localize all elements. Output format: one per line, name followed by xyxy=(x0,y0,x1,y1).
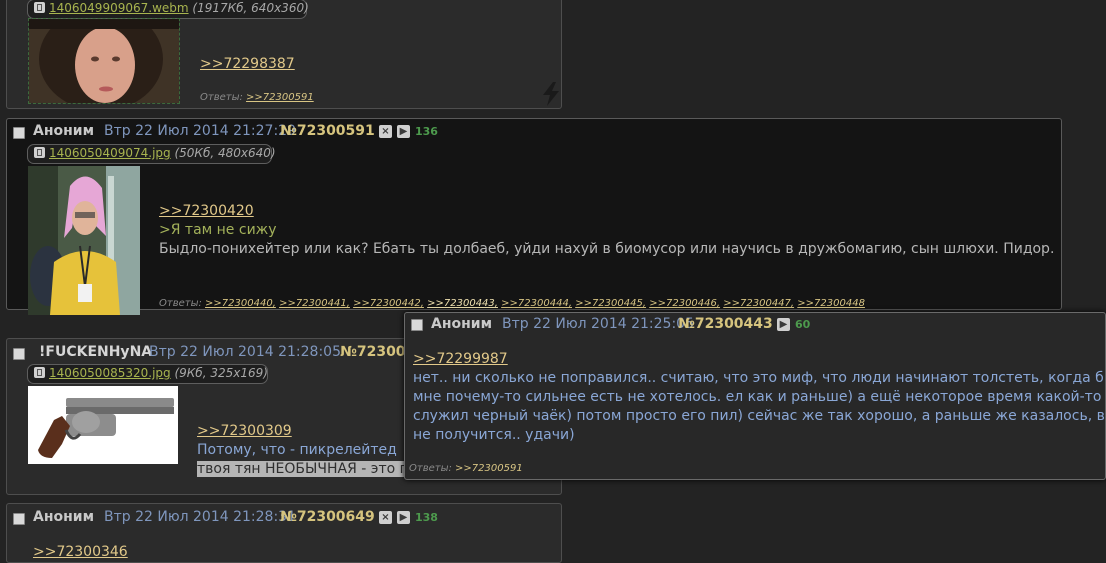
post-checkbox[interactable] xyxy=(411,319,423,331)
file-info: 1406050409074.jpg (50Кб, 480x640) xyxy=(27,144,276,164)
file-meta: (9Кб, 325x169) xyxy=(174,366,268,380)
reply-backlink[interactable]: >>72300445, xyxy=(575,298,646,309)
replies: Ответы: >>72300591 xyxy=(409,463,523,474)
reply-backlink[interactable]: >>72300591 xyxy=(246,92,314,103)
post-number-prefix: № xyxy=(340,344,357,360)
post-number-value: 72300591 xyxy=(296,123,375,139)
reply-link[interactable]: >>72298387 xyxy=(200,56,295,72)
post-number-prefix: № xyxy=(678,316,695,332)
file-meta: (50Кб, 480x640) xyxy=(174,146,276,160)
post-body-line: мне почему-то сильнее есть не хотелось. … xyxy=(413,389,1102,405)
reply-backlink[interactable]: >>72300447, xyxy=(723,298,794,309)
hide-post-icon[interactable]: × xyxy=(379,125,392,138)
file-info: 1406050085320.jpg (9Кб, 325x169) xyxy=(27,364,268,384)
file-link[interactable]: 1406049909067.webm xyxy=(49,1,189,15)
post-number[interactable]: №72300649 xyxy=(280,509,375,525)
post-body-line-selected: твоя тян НЕОБЫЧНАЯ - это п xyxy=(197,461,409,477)
replies: Ответы: >>72300440, >>72300441, >>723004… xyxy=(159,298,865,309)
post-date: Втр 22 Июл 2014 21:27:29 xyxy=(104,123,296,139)
post-author: Аноним xyxy=(431,316,493,332)
post-author: Аноним xyxy=(33,509,95,525)
file-info: 1406049909067.webm (1917Кб, 640x360) xyxy=(27,0,309,19)
post-checkbox[interactable] xyxy=(13,513,25,525)
post-checkbox[interactable] xyxy=(13,127,25,139)
post-72300591: Аноним Втр 22 Июл 2014 21:27:29 №7230059… xyxy=(6,118,1062,315)
post-author: Аноним xyxy=(33,123,95,139)
replies-label: Ответы: xyxy=(159,298,202,309)
file-icon[interactable] xyxy=(34,147,45,158)
file-icon[interactable] xyxy=(34,2,45,13)
file-link[interactable]: 1406050085320.jpg xyxy=(49,366,171,380)
post-date: Втр 22 Июл 2014 21:28:31 xyxy=(104,509,296,525)
reply-backlink[interactable]: >>72300443, xyxy=(427,298,498,309)
post-number[interactable]: №72300443 xyxy=(678,316,773,332)
replies-label: Ответы: xyxy=(409,463,452,474)
reply-link[interactable]: >>72300309 xyxy=(197,423,292,439)
post-count: 138 xyxy=(415,511,438,524)
hide-post-icon[interactable]: × xyxy=(379,511,392,524)
thumbnail-image[interactable] xyxy=(28,386,178,464)
thumbnail-image[interactable] xyxy=(28,166,140,315)
post-body-line: нет.. ни сколько не поправился.. считаю,… xyxy=(413,370,1104,386)
reply-backlink[interactable]: >>72300440, xyxy=(205,298,276,309)
post-preview-popup: Аноним Втр 22 Июл 2014 21:25:05 №7230044… xyxy=(404,312,1106,480)
post-author: !FUCKENHyNA xyxy=(39,344,153,360)
reply-backlink[interactable]: >>72300441, xyxy=(279,298,350,309)
file-link[interactable]: 1406050409074.jpg xyxy=(49,146,171,160)
greentext-quote: >Я там не сижу xyxy=(159,222,277,238)
post-number-prefix: № xyxy=(280,123,297,139)
post-body: Быдло-понихейтер или как? Ебать ты долба… xyxy=(159,241,1055,257)
play-icon[interactable]: ▶ xyxy=(397,125,410,138)
post-date: Втр 22 Июл 2014 21:28:05 xyxy=(149,344,341,360)
post-body-line: Потому, что - пикрелейтед xyxy=(197,442,397,458)
reply-link[interactable]: >>72299987 xyxy=(413,351,508,367)
post-body-line: не получится.. удачи) xyxy=(413,427,575,443)
reply-backlink[interactable]: >>72300446, xyxy=(649,298,720,309)
reply-backlink[interactable]: >>72300448 xyxy=(797,298,865,309)
reply-backlink[interactable]: >>72300442, xyxy=(353,298,424,309)
play-icon[interactable]: ▶ xyxy=(397,511,410,524)
thumbnail-image[interactable] xyxy=(28,18,180,104)
post-date: Втр 22 Июл 2014 21:25:05 xyxy=(502,316,694,332)
post-count: 60 xyxy=(795,318,811,331)
play-icon[interactable]: ▶ xyxy=(777,318,790,331)
reply-link[interactable]: >>72300346 xyxy=(33,544,128,560)
post-count: 136 xyxy=(415,125,438,138)
file-meta: (1917Кб, 640x360) xyxy=(192,1,309,15)
post-72300649: Аноним Втр 22 Июл 2014 21:28:31 №7230064… xyxy=(6,503,562,563)
post-number-value: 72300649 xyxy=(296,509,375,525)
post-number-value: 72300443 xyxy=(694,316,773,332)
file-icon[interactable] xyxy=(34,367,45,378)
post-body-line: служил черный чаёк) потом просто его пил… xyxy=(413,408,1105,424)
reply-link[interactable]: >>72300420 xyxy=(159,203,254,219)
post-top: 1406049909067.webm (1917Кб, 640x360) >>7… xyxy=(6,0,562,109)
reply-backlink[interactable]: >>72300444, xyxy=(501,298,572,309)
replies: Ответы: >>72300591 xyxy=(200,92,314,103)
lightning-icon[interactable] xyxy=(541,82,561,110)
post-checkbox[interactable] xyxy=(13,348,25,360)
post-number-prefix: № xyxy=(280,509,297,525)
reply-backlink[interactable]: >>72300591 xyxy=(455,463,523,474)
post-number[interactable]: №72300591 xyxy=(280,123,375,139)
replies-label: Ответы: xyxy=(200,92,243,103)
